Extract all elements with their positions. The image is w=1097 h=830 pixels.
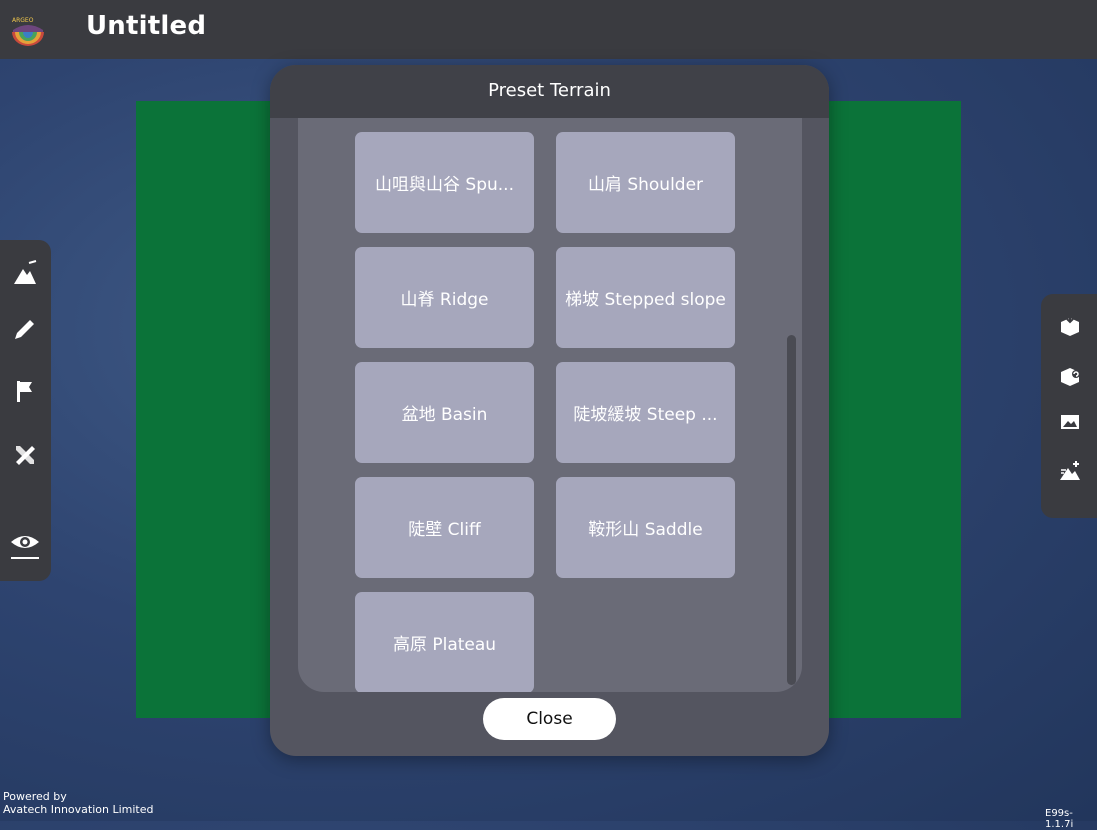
dialog-title: Preset Terrain [488,80,611,101]
preset-tile-plateau[interactable]: 高原 Plateau [355,592,534,692]
top-bar: ARGEO Untitled [0,0,1097,59]
pencil-icon[interactable] [8,312,42,346]
app-logo: ARGEO [9,14,47,48]
mountain-sparkle-icon[interactable] [1055,456,1085,486]
document-title[interactable]: Untitled [86,11,206,41]
preset-terrain-dialog: Preset Terrain 山咀與山谷 Spu... 山肩 Shoulder … [270,65,829,756]
preset-tile-ridge[interactable]: 山脊 Ridge [355,247,534,348]
preset-tile-cliff[interactable]: 陡壁 Cliff [355,477,534,578]
preset-tile-saddle[interactable]: 鞍形山 Saddle [556,477,735,578]
version-label: E99s-1.1.7i [1045,808,1074,830]
left-toolbar [0,240,51,581]
preset-list[interactable]: 山咀與山谷 Spu... 山肩 Shoulder 山脊 Ridge 梯坡 Ste… [298,118,802,692]
powered-by-text: Powered by Avatech Innovation Limited [3,790,153,816]
ruler-pencil-icon[interactable] [8,438,42,472]
preset-tile-stepped-slope[interactable]: 梯坡 Stepped slope [556,247,735,348]
preset-tile-shoulder[interactable]: 山肩 Shoulder [556,132,735,233]
right-toolbar [1041,294,1097,518]
eye-icon[interactable] [8,528,42,562]
scrollbar[interactable] [787,335,796,685]
close-button[interactable]: Close [483,698,616,740]
box-rotate-icon[interactable] [1055,361,1085,391]
mountain-plus-icon[interactable] [8,256,42,290]
image-icon[interactable] [1055,407,1085,437]
flag-icon[interactable] [8,374,42,408]
logo-text: ARGEO [12,17,34,24]
dialog-header: Preset Terrain [270,65,829,118]
company-name: Avatech Innovation Limited [3,803,154,816]
preset-tile-basin[interactable]: 盆地 Basin [355,362,534,463]
preset-tile-steep[interactable]: 陡坡緩坡 Steep ... [556,362,735,463]
box-down-icon[interactable] [1055,311,1085,341]
preset-tile-spur[interactable]: 山咀與山谷 Spu... [355,132,534,233]
powered-by-line: Powered by [3,790,67,803]
